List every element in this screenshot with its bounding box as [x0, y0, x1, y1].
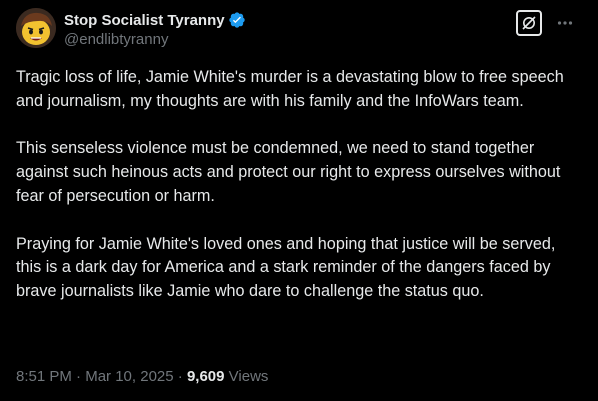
tweet-header: Stop Socialist Tyranny @endlibtyranny: [16, 8, 582, 56]
meta-separator: ·: [71, 368, 86, 385]
grok-icon: [522, 16, 536, 30]
tweet-paragraph-1: Tragic loss of life, Jamie White's murde…: [16, 68, 564, 110]
author-block: Stop Socialist Tyranny @endlibtyranny: [64, 10, 246, 48]
grok-button[interactable]: [516, 10, 542, 36]
lego-figure-avatar-icon: [16, 8, 56, 48]
name-row: Stop Socialist Tyranny: [64, 10, 246, 30]
tweet: Stop Socialist Tyranny @endlibtyranny Tr…: [0, 0, 598, 401]
more-dots-icon: [557, 21, 573, 25]
avatar[interactable]: [16, 8, 56, 48]
more-options-button[interactable]: [554, 12, 576, 34]
verified-badge-icon[interactable]: [228, 11, 246, 29]
author-handle[interactable]: @endlibtyranny: [64, 31, 246, 48]
tweet-paragraph-2: This senseless violence must be condemne…: [16, 139, 561, 205]
views-count[interactable]: 9,609: [187, 368, 225, 385]
tweet-time[interactable]: 8:51 PM: [16, 368, 72, 385]
tweet-date[interactable]: Mar 10, 2025: [85, 368, 173, 385]
views-label: Views: [224, 368, 269, 385]
tweet-paragraph-3: Praying for Jamie White's loved ones and…: [16, 234, 556, 301]
display-name[interactable]: Stop Socialist Tyranny: [64, 12, 225, 29]
tweet-text: Tragic loss of life, Jamie White's murde…: [16, 66, 582, 304]
tweet-meta: 8:51 PM · Mar 10, 2025 · 9,609 Views: [16, 368, 268, 385]
meta-separator: ·: [173, 368, 187, 385]
